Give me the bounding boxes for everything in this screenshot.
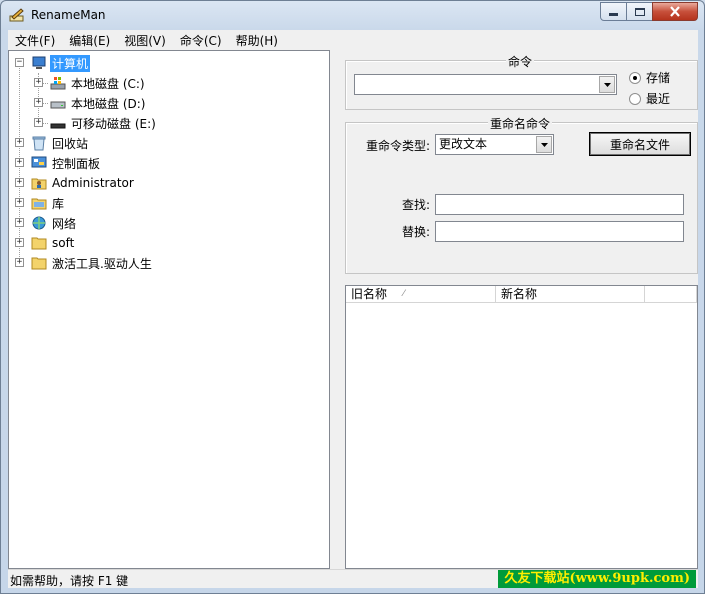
recycle-bin-icon: [31, 135, 47, 151]
tree-label: 控制面板: [52, 156, 101, 171]
expand-icon[interactable]: +: [15, 158, 24, 167]
command-group: 命令 存储 最近: [345, 53, 698, 110]
expand-icon[interactable]: +: [15, 198, 24, 207]
tree-label: 回收站: [52, 136, 89, 151]
window-title: RenameMan: [31, 8, 106, 22]
column-extra[interactable]: [645, 286, 697, 303]
radio-recent-label: 最近: [646, 92, 671, 106]
removable-drive-icon: [50, 115, 66, 131]
column-new-name[interactable]: 新名称: [496, 286, 645, 303]
tree-label: 可移动磁盘 (E:): [71, 116, 156, 131]
expand-icon[interactable]: +: [15, 238, 24, 247]
rename-group-title: 重命名命令: [488, 115, 553, 132]
menu-command[interactable]: 命令(C): [173, 32, 229, 49]
menu-view[interactable]: 视图(V): [117, 32, 173, 49]
tree-node-recycle-bin[interactable]: + 回收站: [14, 134, 90, 152]
expand-icon[interactable]: +: [15, 178, 24, 187]
pencil-app-icon: [9, 7, 25, 23]
tree-node-library[interactable]: + 库: [14, 194, 66, 212]
rename-files-button[interactable]: 重命名文件: [590, 133, 690, 155]
chevron-down-icon: [540, 142, 548, 147]
expand-icon[interactable]: +: [15, 218, 24, 227]
network-icon: [31, 215, 47, 231]
tree-label: Administrator: [52, 176, 134, 190]
maximize-button[interactable]: [626, 2, 653, 21]
system-drive-icon: [50, 75, 66, 91]
close-icon: [670, 6, 680, 17]
tree-node-drive-e[interactable]: + 可移动磁盘 (E:): [33, 114, 158, 132]
status-text: 如需帮助，请按 F1 键: [10, 574, 129, 588]
close-button[interactable]: [652, 2, 698, 21]
menu-help[interactable]: 帮助(H): [229, 32, 285, 49]
tree-label: soft: [52, 236, 75, 250]
tree-node-computer[interactable]: − 计算机: [14, 54, 91, 72]
rename-group: 重命名命令 重命令类型: 更改文本 重命名文件 查找: 替换:: [345, 115, 698, 274]
tree-label: 库: [52, 196, 65, 211]
computer-icon: [31, 55, 47, 71]
tree-node-control-panel[interactable]: + 控制面板: [14, 154, 102, 172]
menu-bar: 文件(F) 编辑(E) 视图(V) 命令(C) 帮助(H): [8, 30, 698, 50]
expand-icon[interactable]: +: [15, 258, 24, 267]
tree-label: 计算机: [50, 54, 91, 72]
right-pane: 命令 存储 最近 重命名命令 重命令类型: 更改文本 重命名文件 查找: 替换:…: [337, 50, 698, 569]
radio-button[interactable]: [629, 71, 641, 84]
tree-label: 本地磁盘 (D:): [71, 96, 146, 111]
tree-node-soft[interactable]: + soft: [14, 234, 76, 252]
list-header: 旧名称 ⁄ 新名称: [346, 286, 697, 303]
folder-icon: [31, 255, 47, 271]
rename-type-label: 重命令类型:: [366, 139, 431, 153]
main-content: − 计算机 + 本地磁盘 (C:) + 本地磁盘 (D:) + 可移动磁盘 (E…: [8, 50, 698, 569]
rename-type-combo[interactable]: 更改文本: [435, 134, 554, 155]
radio-button[interactable]: [629, 92, 641, 105]
find-label: 查找:: [402, 198, 431, 212]
folder-icon: [31, 235, 47, 251]
menu-file[interactable]: 文件(F): [8, 32, 62, 49]
expand-icon[interactable]: +: [34, 98, 43, 107]
radio-save[interactable]: 存储: [629, 69, 670, 86]
expand-icon[interactable]: +: [34, 78, 43, 87]
command-group-title: 命令: [506, 53, 535, 70]
collapse-icon[interactable]: −: [15, 58, 24, 67]
minimize-icon: [609, 13, 618, 16]
title-bar[interactable]: RenameMan: [1, 1, 704, 29]
column-old-name[interactable]: 旧名称 ⁄: [346, 286, 496, 303]
tree-node-activation-tools[interactable]: + 激活工具.驱动人生: [14, 254, 154, 272]
status-bar: 如需帮助，请按 F1 键 久友下载站(www.9upk.com): [8, 569, 698, 588]
replace-input[interactable]: [435, 221, 684, 242]
radio-recent[interactable]: 最近: [629, 90, 670, 107]
expand-icon[interactable]: +: [15, 138, 24, 147]
rename-preview-list[interactable]: 旧名称 ⁄ 新名称: [345, 285, 698, 569]
pane-splitter[interactable]: [330, 50, 337, 569]
dropdown-button[interactable]: [599, 76, 615, 93]
minimize-button[interactable]: [600, 2, 627, 21]
folder-tree[interactable]: − 计算机 + 本地磁盘 (C:) + 本地磁盘 (D:) + 可移动磁盘 (E…: [8, 50, 330, 569]
sort-arrow-icon: ⁄: [403, 289, 405, 299]
maximize-icon: [634, 7, 645, 16]
tree-node-administrator[interactable]: + Administrator: [14, 174, 136, 192]
menu-edit[interactable]: 编辑(E): [62, 32, 117, 49]
tree-node-network[interactable]: + 网络: [14, 214, 78, 232]
user-folder-icon: [31, 175, 47, 191]
find-input[interactable]: [435, 194, 684, 215]
expand-icon[interactable]: +: [34, 118, 43, 127]
tree-label: 网络: [52, 216, 77, 231]
drive-icon: [50, 95, 66, 111]
control-panel-icon: [31, 155, 47, 171]
app-window: RenameMan 文件(F) 编辑(E) 视图(V) 命令(C) 帮助(H): [0, 0, 705, 594]
tree-node-drive-c[interactable]: + 本地磁盘 (C:): [33, 74, 147, 92]
tree-node-drive-d[interactable]: + 本地磁盘 (D:): [33, 94, 147, 112]
dropdown-button[interactable]: [536, 136, 552, 153]
watermark-badge: 久友下载站(www.9upk.com): [498, 570, 696, 588]
rename-type-value: 更改文本: [439, 137, 488, 151]
replace-label: 替换:: [402, 225, 431, 239]
chevron-down-icon: [603, 82, 611, 87]
column-old-name-label: 旧名称: [351, 287, 388, 301]
tree-label: 激活工具.驱动人生: [52, 256, 152, 271]
radio-save-label: 存储: [646, 71, 671, 85]
library-icon: [31, 195, 47, 211]
command-combo[interactable]: [354, 74, 617, 95]
tree-label: 本地磁盘 (C:): [71, 76, 145, 91]
